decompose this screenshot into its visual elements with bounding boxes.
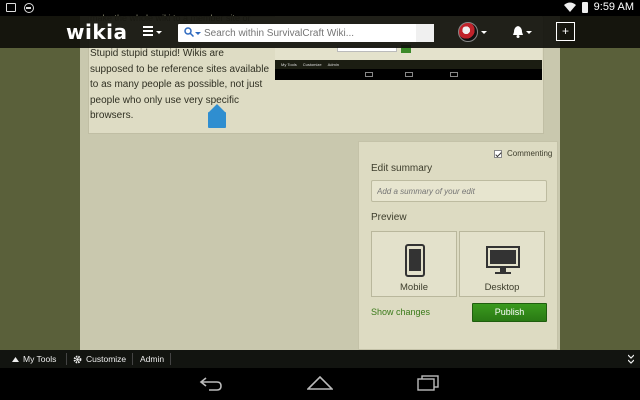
recent-apps-icon[interactable]	[417, 375, 439, 391]
user-menu-chevron-icon[interactable]	[481, 31, 487, 34]
customize-label: Customize	[86, 354, 127, 364]
admin-label: Admin	[140, 354, 165, 364]
preview-desktop-button[interactable]: Desktop	[459, 231, 545, 297]
admin-button[interactable]: Admin	[140, 354, 164, 364]
notifications-bell-icon[interactable]	[512, 26, 524, 38]
android-nav-bar	[0, 368, 640, 400]
add-new-button[interactable]: +	[556, 22, 575, 41]
edit-summary-input[interactable]	[371, 180, 547, 202]
customize-button[interactable]: Customize	[73, 354, 126, 364]
show-changes-link[interactable]: Show changes	[371, 307, 430, 317]
my-tools-button[interactable]: My Tools	[12, 354, 56, 364]
edit-summary-label: Edit summary	[371, 163, 433, 174]
toolbar-divider	[132, 353, 133, 365]
chevron-up-icon	[12, 356, 19, 362]
commenting-checkbox[interactable]	[494, 149, 502, 158]
image-icon	[6, 3, 16, 12]
mobile-device-icon	[405, 244, 425, 277]
hamburger-icon	[143, 26, 153, 38]
gear-icon	[73, 355, 82, 363]
publish-button[interactable]: Publish	[472, 303, 547, 322]
collapse-toolbar-icon[interactable]	[628, 354, 634, 364]
wifi-icon	[563, 2, 576, 12]
search-scope-chevron-icon[interactable]	[195, 32, 201, 35]
back-icon[interactable]	[199, 377, 223, 391]
preview-mobile-label: Mobile	[400, 282, 428, 293]
article-body-text: Stupid stupid stupid! Wikis are supposed…	[90, 48, 270, 121]
search-icon	[184, 27, 194, 37]
embed-toolbar-item: Admin	[327, 62, 339, 67]
menu-button[interactable]	[143, 23, 163, 41]
preview-desktop-label: Desktop	[484, 282, 520, 293]
toolbar-divider	[66, 353, 67, 365]
wikia-logo[interactable]: wikia	[66, 20, 127, 44]
preview-label: Preview	[371, 212, 407, 223]
battery-icon	[581, 1, 588, 13]
user-avatar[interactable]	[458, 22, 478, 42]
search-input[interactable]	[204, 24, 414, 42]
scroll-up-arrow-icon[interactable]	[208, 104, 226, 128]
preview-mobile-button[interactable]: Mobile	[371, 231, 457, 297]
embed-toolbar-item: Customize	[302, 62, 322, 67]
wikia-toolbar: My Tools Customize Admin	[0, 350, 640, 368]
embed-toolbar-item: My Tools	[281, 62, 297, 67]
clock: 9:59 AM	[593, 1, 634, 13]
toolbar-divider	[170, 353, 171, 365]
chevron-down-icon	[156, 31, 162, 34]
commenting-label: Commenting	[507, 149, 553, 158]
search-submit-button[interactable]	[416, 24, 434, 42]
do-not-disturb-icon	[24, 3, 34, 13]
notifications-chevron-icon[interactable]	[526, 31, 532, 34]
wikia-header: wikia +	[0, 16, 640, 48]
commenting-toggle[interactable]: Commenting	[494, 149, 552, 158]
home-icon[interactable]	[307, 376, 333, 390]
desktop-monitor-icon	[486, 246, 520, 274]
search-box[interactable]	[178, 24, 434, 42]
my-tools-label: My Tools	[23, 354, 57, 364]
